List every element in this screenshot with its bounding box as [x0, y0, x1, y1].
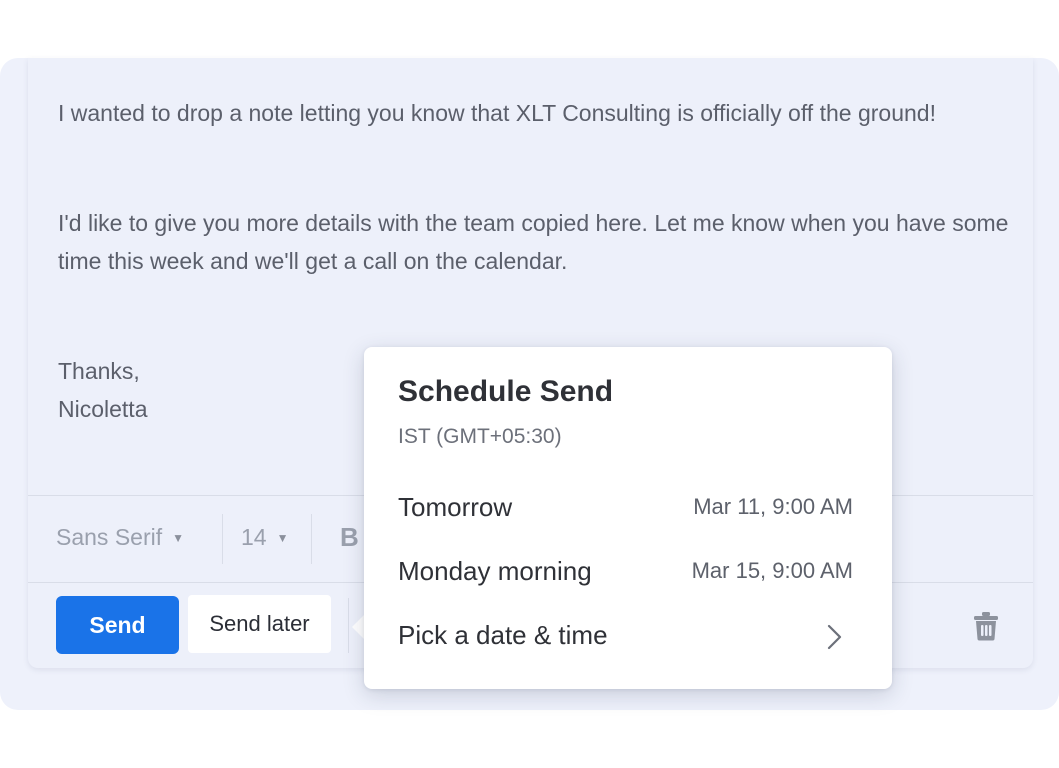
timezone-label: IST (GMT+05:30) — [398, 425, 562, 448]
chevron-right-icon — [827, 624, 842, 650]
toolbar-divider — [222, 514, 223, 564]
option-pick-date-time[interactable]: Pick a date & time — [364, 606, 892, 664]
send-later-button[interactable]: Send later — [188, 595, 331, 653]
caret-down-icon: ▼ — [172, 530, 184, 545]
action-divider — [348, 598, 349, 653]
option-label: Pick a date & time — [398, 620, 608, 650]
schedule-send-popup: Schedule Send IST (GMT+05:30) Tomorrow M… — [364, 347, 892, 689]
signature-name: Nicoletta — [58, 396, 148, 422]
caret-down-icon: ▼ — [276, 530, 289, 545]
closing-text: Thanks, — [58, 358, 140, 384]
trash-icon[interactable] — [973, 611, 999, 641]
font-family-dropdown[interactable]: Sans Serif ▼ — [56, 524, 184, 551]
email-signature[interactable]: Thanks, Nicoletta — [58, 352, 147, 428]
popup-title: Schedule Send — [398, 375, 614, 408]
bold-button[interactable]: B — [340, 522, 359, 553]
option-label: Monday morning — [398, 556, 592, 586]
email-body-paragraph-1[interactable]: I wanted to drop a note letting you know… — [58, 94, 1008, 132]
option-label: Tomorrow — [398, 492, 513, 522]
font-family-label: Sans Serif — [56, 524, 163, 550]
send-button[interactable]: Send — [56, 596, 179, 654]
option-time: Mar 11, 9:00 AM — [693, 494, 853, 519]
email-body-paragraph-2[interactable]: I'd like to give you more details with t… — [58, 204, 1018, 280]
toolbar-divider — [311, 514, 312, 564]
option-monday-morning[interactable]: Monday morning Mar 15, 9:00 AM — [364, 542, 892, 600]
font-size-label: 14 — [241, 524, 267, 550]
font-size-dropdown[interactable]: 14 ▼ — [241, 524, 288, 551]
option-tomorrow[interactable]: Tomorrow Mar 11, 9:00 AM — [364, 478, 892, 536]
option-time: Mar 15, 9:00 AM — [691, 558, 853, 583]
